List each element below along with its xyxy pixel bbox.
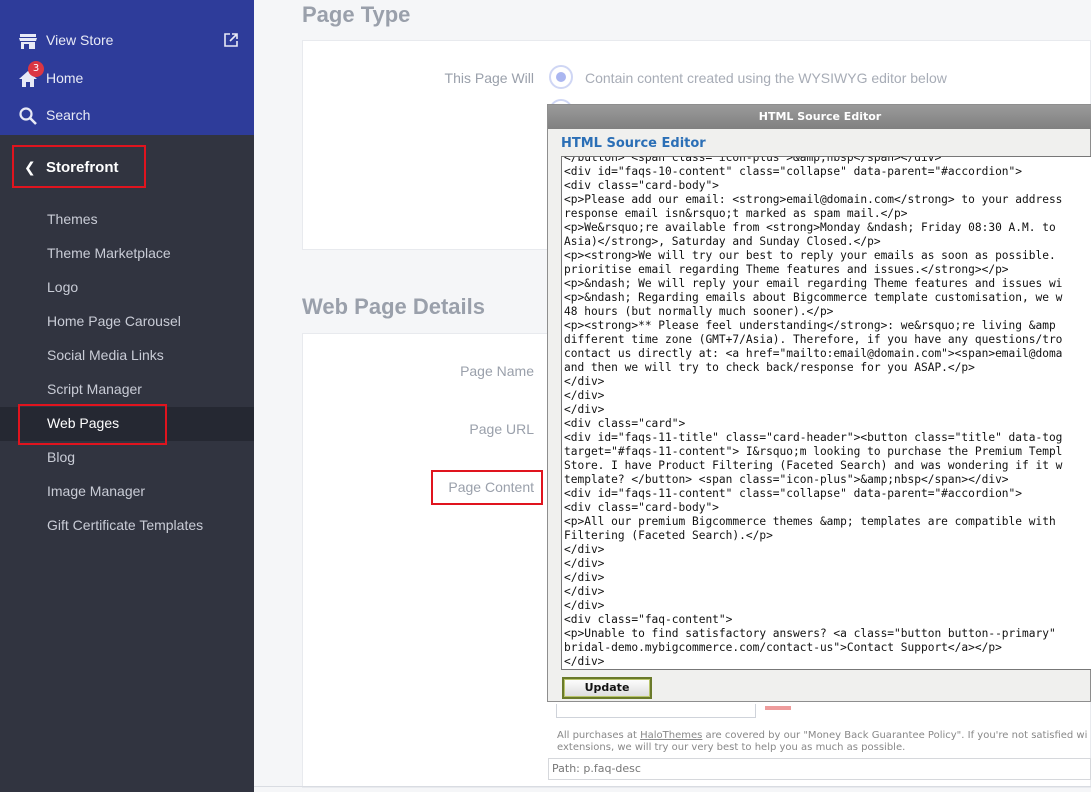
code-line: 48 hours (but normally much sooner).</p>	[564, 305, 834, 318]
code-line: </div>	[564, 557, 605, 570]
web-page-details-title: Web Page Details	[302, 294, 485, 319]
sidebar-item-gift-certificate-templates[interactable]: Gift Certificate Templates	[0, 509, 254, 543]
code-line: </button> <span class="icon-plus">&amp;n…	[564, 156, 942, 164]
sidebar-item-home-page-carousel[interactable]: Home Page Carousel	[0, 305, 254, 339]
code-line: </div>	[564, 375, 605, 388]
page-type-title: Page Type	[302, 2, 411, 27]
code-line: prioritise email regarding Theme feature…	[564, 263, 1009, 276]
code-line: <p>Unable to find satisfactory answers? …	[564, 627, 1056, 640]
code-line: <p>&ndash; Regarding emails about Bigcom…	[564, 291, 1063, 304]
code-line: different time zone (GMT+7/Asia). Theref…	[564, 333, 1063, 346]
radio-dot	[556, 72, 566, 82]
code-line: <div id="faqs-11-content" class="collaps…	[564, 487, 1023, 500]
source-code: </button> <span class="icon-plus">&amp;n…	[564, 156, 1063, 669]
code-line: <p><strong>** Please feel understanding<…	[564, 319, 1056, 332]
store-icon	[19, 34, 37, 49]
code-line: </div>	[564, 571, 605, 584]
sidebar-item-image-manager[interactable]: Image Manager	[0, 475, 254, 509]
wysiwyg-radio[interactable]	[549, 65, 573, 89]
page-name-label: Page Name	[460, 363, 534, 379]
sidebar-item-theme-marketplace[interactable]: Theme Marketplace	[0, 237, 254, 271]
chevron-left-icon: ❮	[24, 159, 36, 175]
code-line: Store. I have Product Filtering (Faceted…	[564, 459, 1063, 472]
html-source-editor-dialog: HTML Source Editor HTML Source Editor </…	[547, 104, 1091, 702]
source-textarea[interactable]: </button> <span class="icon-plus">&amp;n…	[561, 156, 1091, 670]
code-line: and then we will try to check back/respo…	[564, 361, 975, 374]
wysiwyg-option-label: Contain content created using the WYSIWY…	[585, 70, 947, 86]
code-line: <div class="card">	[564, 417, 686, 430]
sidebar: View Store 3 Home Search ❮ Storefront Th…	[0, 0, 254, 792]
sidebar-top-section: View Store 3 Home Search	[0, 0, 254, 135]
notification-badge: 3	[28, 61, 44, 77]
highlight-box	[431, 470, 543, 505]
sidebar-item-social-media-links[interactable]: Social Media Links	[0, 339, 254, 373]
halothemes-link[interactable]: HaloThemes	[640, 730, 702, 741]
code-line: response email isn&rsquo;t marked as spa…	[564, 207, 908, 220]
view-store-label: View Store	[46, 32, 114, 48]
page-url-label: Page URL	[469, 421, 534, 437]
code-line: contact us directly at: <a href="mailto:…	[564, 347, 1063, 360]
code-line: </div>	[564, 543, 605, 556]
code-line: <div class="faq-content">	[564, 613, 733, 626]
footnote: All purchases at HaloThemes are covered …	[557, 730, 1088, 753]
code-line: <div id="faqs-10-content" class="collaps…	[564, 165, 1023, 178]
obscured-error-text	[765, 706, 791, 710]
view-store-link[interactable]: View Store	[0, 26, 254, 56]
code-line: <p>Please add our email: <strong>email@d…	[564, 193, 1063, 206]
home-label: Home	[46, 70, 84, 86]
code-line: <p>&ndash; We will reply your email rega…	[564, 277, 1063, 290]
code-line: <p>We&rsquo;re available from <strong>Mo…	[564, 221, 1056, 234]
home-link[interactable]: 3 Home	[0, 61, 254, 94]
code-line: <div class="card-body">	[564, 501, 719, 514]
search-icon	[19, 107, 37, 125]
sidebar-item-script-manager[interactable]: Script Manager	[0, 373, 254, 407]
sidebar-item-blog[interactable]: Blog	[0, 441, 254, 475]
search-label: Search	[46, 107, 91, 123]
code-line: </div>	[564, 585, 605, 598]
divider	[254, 786, 1091, 787]
sidebar-item-logo[interactable]: Logo	[0, 271, 254, 305]
code-line: </div>	[564, 599, 605, 612]
dialog-titlebar[interactable]: HTML Source Editor	[548, 105, 1091, 129]
page-will-label: This Page Will	[444, 70, 534, 86]
code-line: <p><strong>We will try our best to reply…	[564, 249, 1056, 262]
code-line: <div class="card-body">	[564, 179, 719, 192]
storefront-back-button[interactable]: ❮ Storefront	[12, 145, 146, 188]
code-line: </div>	[564, 403, 605, 416]
update-button[interactable]: Update	[562, 677, 652, 699]
code-line: Filtering (Faceted Search).</p>	[564, 529, 773, 542]
code-line: target="#faqs-11-content"> I&rsquo;m loo…	[564, 445, 1063, 458]
search-link[interactable]: Search	[0, 101, 254, 131]
obscured-input[interactable]	[556, 704, 756, 718]
code-line: </div>	[564, 389, 605, 402]
code-line: bridal-demo.mybigcommerce.com/contact-us…	[564, 641, 1002, 654]
sidebar-item-themes[interactable]: Themes	[0, 203, 254, 237]
dialog-heading: HTML Source Editor	[561, 136, 706, 151]
code-line: <div id="faqs-11-title" class="card-head…	[564, 431, 1063, 444]
editor-path-bar: Path: p.faq-desc	[548, 758, 1091, 780]
storefront-label: Storefront	[46, 159, 119, 176]
sidebar-item-web-pages[interactable]: Web Pages	[0, 407, 254, 441]
code-line: template? </button> <span class="icon-pl…	[564, 473, 1009, 486]
code-line: Asia)</strong>, Saturday and Sunday Clos…	[564, 235, 881, 248]
code-line: </div>	[564, 655, 605, 668]
external-link-icon[interactable]	[224, 33, 238, 47]
code-line: <p>All our premium Bigcommerce themes &a…	[564, 515, 1056, 528]
